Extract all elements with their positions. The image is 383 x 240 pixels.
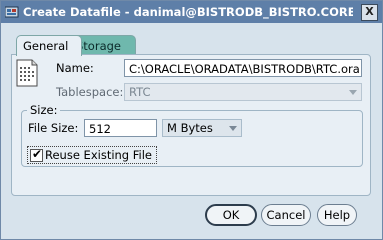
size-group-title: Size: xyxy=(27,103,61,117)
name-input[interactable]: C:\ORACLE\ORADATA\BISTRODB\RTC.ora xyxy=(124,59,362,77)
reuse-existing-file-checkbox[interactable]: ✔ Reuse Existing File xyxy=(27,146,158,164)
cancel-button[interactable]: Cancel xyxy=(261,204,311,226)
tablespace-label: Tablespace: xyxy=(56,85,124,99)
title-bar[interactable]: Create Datafile - danimal@BISTRODB_BISTR… xyxy=(1,1,382,23)
chevron-down-icon xyxy=(349,90,357,95)
cancel-button-label: Cancel xyxy=(266,208,306,222)
tab-general[interactable]: General xyxy=(16,35,82,56)
tablespace-value: RTC xyxy=(129,85,151,99)
tab-general-label: General xyxy=(23,39,69,53)
name-label: Name: xyxy=(56,61,94,75)
help-button-label: Help xyxy=(323,208,351,222)
close-icon: X xyxy=(365,5,374,18)
tab-storage-label: Storage xyxy=(76,39,121,53)
chevron-down-icon xyxy=(229,126,237,131)
checkbox-box[interactable]: ✔ xyxy=(30,147,43,162)
size-unit-value: M Bytes xyxy=(167,121,213,135)
file-size-input[interactable]: 512 xyxy=(84,119,157,137)
size-unit-select[interactable]: M Bytes xyxy=(162,119,242,137)
oracle-app-icon xyxy=(5,6,19,18)
file-size-value: 512 xyxy=(89,122,111,136)
checkmark-icon: ✔ xyxy=(32,147,43,161)
datafile-icon xyxy=(16,59,38,87)
window-title: Create Datafile - danimal@BISTRODB_BISTR… xyxy=(23,5,353,19)
name-input-value: C:\ORACLE\ORADATA\BISTRODB\RTC.ora xyxy=(129,62,360,76)
ok-button[interactable]: OK xyxy=(205,204,257,226)
tablespace-select[interactable]: RTC xyxy=(124,83,362,101)
file-size-label: File Size: xyxy=(28,121,79,135)
close-button[interactable]: X xyxy=(361,4,378,21)
help-button[interactable]: Help xyxy=(317,204,357,226)
ok-button-label: OK xyxy=(222,208,240,222)
reuse-existing-file-label: Reuse Existing File xyxy=(45,148,153,162)
